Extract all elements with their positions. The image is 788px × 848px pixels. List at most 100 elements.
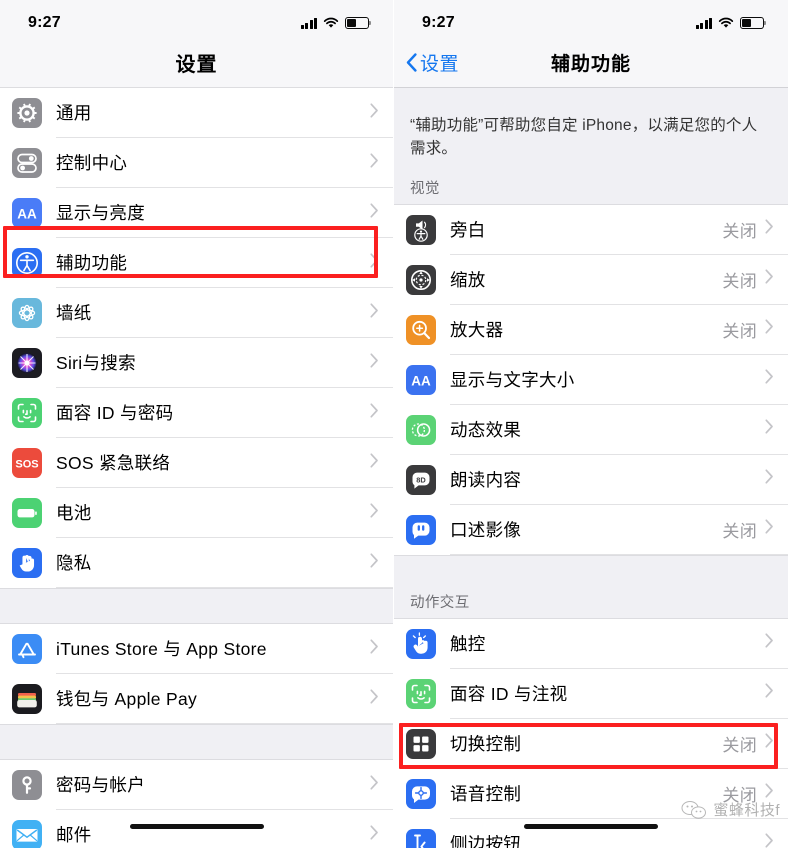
list-item-label: 触控 <box>450 633 486 654</box>
section-gap <box>394 554 788 585</box>
face-id-icon <box>12 398 42 428</box>
list-item-label: 显示与文字大小 <box>450 369 575 390</box>
list-item[interactable]: 通用 <box>0 88 393 138</box>
list-item[interactable]: 侧边按钮 <box>394 818 788 848</box>
list-item-label: 墙纸 <box>56 303 92 323</box>
list-item[interactable]: 放大器 关闭 <box>394 304 788 355</box>
chevron-right-icon <box>370 452 379 473</box>
list-item-label: 侧边按钮 <box>450 833 522 848</box>
list-item[interactable]: 控制中心 <box>0 138 393 188</box>
list-item[interactable]: 口述影像 关闭 <box>394 504 788 555</box>
left-nav-bar: 设置 <box>0 38 393 88</box>
chevron-right-icon <box>765 269 774 289</box>
list-item-label: 显示与亮度 <box>56 203 145 223</box>
chevron-right-icon <box>765 633 774 653</box>
list-item-label: 电池 <box>56 503 92 523</box>
face-id-attention-icon <box>406 678 436 709</box>
list-item[interactable]: 旁白 关闭 <box>394 204 788 255</box>
cellular-bars-icon <box>300 17 317 29</box>
list-item[interactable]: 墙纸 <box>0 288 393 338</box>
list-item[interactable]: Siri与搜索 <box>0 338 393 388</box>
dual-screenshot: 9:27 设置 通用 控制中心 AA 显示与亮度 辅助功能 墙纸 Siri与搜索… <box>0 0 788 848</box>
section-header: 动作交互 <box>394 584 788 619</box>
list-item[interactable]: 辅助功能 <box>0 238 393 288</box>
chevron-right-icon <box>370 252 379 273</box>
battery-settings-icon <box>12 498 42 528</box>
voice-control-icon <box>406 778 436 809</box>
voiceover-icon <box>406 214 436 245</box>
group-separator <box>0 724 393 760</box>
list-item[interactable]: 切换控制 关闭 <box>394 718 788 769</box>
accessibility-list: 视觉 旁白 关闭 缩放 关闭 放大器 关闭 AA 显示与文字大小 动态效果 8D… <box>394 170 788 848</box>
battery-icon <box>740 17 767 29</box>
back-button-label: 设置 <box>420 54 460 75</box>
page-title: 设置 <box>175 54 218 76</box>
back-button[interactable]: 设置 <box>406 49 459 76</box>
svg-text:AA: AA <box>411 373 431 388</box>
list-item[interactable]: 面容 ID 与注视 <box>394 668 788 719</box>
settings-group: 密码与帐户 邮件 通讯录 <box>0 760 393 848</box>
list-item[interactable]: AA 显示与文字大小 <box>394 354 788 405</box>
list-item[interactable]: 邮件 <box>0 810 393 848</box>
list-item[interactable]: iTunes Store 与 App Store <box>0 624 393 674</box>
status-bar-left: 9:27 <box>0 0 393 38</box>
chevron-right-icon <box>370 102 379 123</box>
wechat-icon <box>681 800 707 819</box>
list-item[interactable]: 8D 朗读内容 <box>394 454 788 505</box>
chevron-right-icon <box>370 688 379 709</box>
chevron-right-icon <box>370 352 379 373</box>
list-item-value: 关闭 <box>722 735 757 755</box>
wallpaper-icon <box>12 298 42 328</box>
mail-icon <box>12 820 42 848</box>
wallet-icon <box>12 684 42 714</box>
list-item[interactable]: SOS SOS 紧急联络 <box>0 438 393 488</box>
list-item[interactable]: 动态效果 <box>394 404 788 455</box>
settings-group: 通用 控制中心 AA 显示与亮度 辅助功能 墙纸 Siri与搜索 面容 ID 与… <box>0 88 393 588</box>
siri-icon <box>12 348 42 378</box>
chevron-right-icon <box>370 502 379 523</box>
list-item[interactable]: 触控 <box>394 618 788 669</box>
chevron-right-icon <box>370 302 379 323</box>
right-nav-bar: 设置 辅助功能 <box>394 38 788 88</box>
status-bar-time: 9:27 <box>28 14 61 31</box>
list-item-value: 关闭 <box>722 521 757 541</box>
settings-list: 通用 控制中心 AA 显示与亮度 辅助功能 墙纸 Siri与搜索 面容 ID 与… <box>0 88 393 848</box>
chevron-right-icon <box>370 152 379 173</box>
list-item-label: 钱包与 Apple Pay <box>56 689 198 709</box>
accessibility-icon <box>12 248 42 278</box>
switch-control-icon <box>406 728 436 759</box>
touch-icon <box>406 628 436 659</box>
list-item[interactable]: 密码与帐户 <box>0 760 393 810</box>
chevron-right-icon <box>765 319 774 339</box>
battery-icon <box>345 17 372 29</box>
list-item-label: 通用 <box>56 103 92 123</box>
sos-icon: SOS <box>12 448 42 478</box>
list-item-label: 密码与帐户 <box>56 775 145 795</box>
list-item-label: 口述影像 <box>450 519 522 540</box>
status-bar-time: 9:27 <box>422 14 455 31</box>
svg-text:8D: 8D <box>416 475 426 484</box>
settings-group: iTunes Store 与 App Store 钱包与 Apple Pay <box>0 624 393 724</box>
svg-text:SOS: SOS <box>15 458 38 470</box>
list-item-label: Siri与搜索 <box>56 353 136 373</box>
list-item-label: iTunes Store 与 App Store <box>56 639 267 659</box>
watermark-text: 蜜蜂科技f <box>713 802 780 819</box>
list-item[interactable]: 隐私 <box>0 538 393 588</box>
status-bar-icons <box>300 17 372 29</box>
list-item-label: 隐私 <box>56 553 92 573</box>
left-phone-screen: 9:27 设置 通用 控制中心 AA 显示与亮度 辅助功能 墙纸 Siri与搜索… <box>0 0 394 848</box>
wifi-icon <box>323 17 339 28</box>
magnifier-icon <box>406 314 436 345</box>
list-item[interactable]: 电池 <box>0 488 393 538</box>
list-item[interactable]: 面容 ID 与密码 <box>0 388 393 438</box>
section-header: 视觉 <box>394 170 788 205</box>
zoom-icon <box>406 264 436 295</box>
list-item[interactable]: AA 显示与亮度 <box>0 188 393 238</box>
chevron-right-icon <box>370 552 379 573</box>
list-item[interactable]: 钱包与 Apple Pay <box>0 674 393 724</box>
list-item-value: 关闭 <box>722 271 757 291</box>
chevron-right-icon <box>370 774 379 795</box>
chevron-right-icon <box>765 833 774 848</box>
list-item[interactable]: 缩放 关闭 <box>394 254 788 305</box>
control-center-icon <box>12 148 42 178</box>
